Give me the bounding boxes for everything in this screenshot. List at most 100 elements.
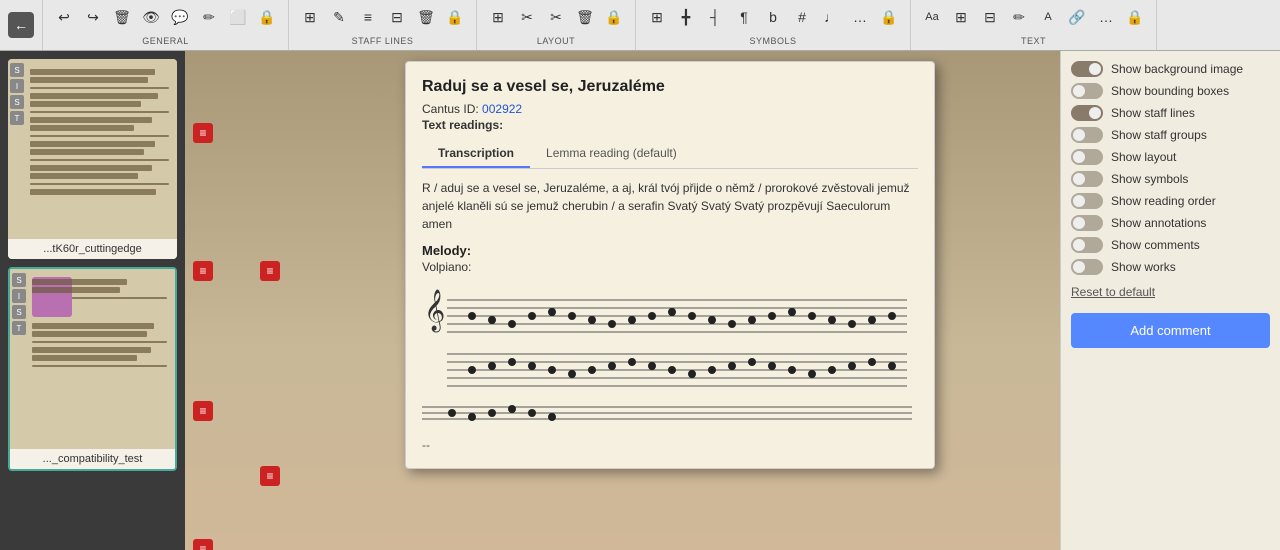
cantus-label: Cantus ID: bbox=[422, 102, 479, 116]
sl-lock-button[interactable]: 🔒 bbox=[442, 4, 468, 30]
toggle-row-7: Show annotations bbox=[1071, 215, 1270, 231]
text-add-button[interactable]: ⊞ bbox=[948, 4, 974, 30]
toggle-staff-groups[interactable] bbox=[1071, 127, 1103, 143]
toggle-label-4: Show layout bbox=[1111, 150, 1176, 164]
content-area: Raduj se a vesel se, Jeruzaléme Cantus I… bbox=[185, 51, 1060, 550]
sym-add-button[interactable]: ⊞ bbox=[644, 4, 670, 30]
main-area: S I S T bbox=[0, 51, 1280, 550]
layout-lock-button[interactable]: 🔒 bbox=[601, 4, 627, 30]
music-staff-area: 𝄞 bbox=[422, 280, 918, 395]
sym-plus-button[interactable]: ╋ bbox=[673, 4, 699, 30]
red-marker-5[interactable] bbox=[193, 539, 213, 550]
thumb-sidebar-icons-1: S I S T bbox=[10, 63, 24, 125]
red-marker-1[interactable] bbox=[193, 123, 213, 143]
toggle-label-2: Show staff lines bbox=[1111, 106, 1195, 120]
sl-add-button[interactable]: ⊞ bbox=[297, 4, 323, 30]
text-more-button[interactable]: … bbox=[1093, 4, 1119, 30]
toolbar: ← ↩ ↪ 🗑 👁 💬 ✏ ⬜ 🔒 General ⊞ ✎ ≡ ⊟ 🗑 🔒 St… bbox=[0, 0, 1280, 51]
toggle-label-5: Show symbols bbox=[1111, 172, 1188, 186]
svg-text:𝄞: 𝄞 bbox=[424, 289, 445, 332]
popup-tabs: Transcription Lemma reading (default) bbox=[422, 140, 918, 169]
sym-bar-button[interactable]: ┤ bbox=[702, 4, 728, 30]
cantus-id-link[interactable]: 002922 bbox=[482, 102, 522, 116]
toggle-works[interactable] bbox=[1071, 259, 1103, 275]
sl-lines-button[interactable]: ≡ bbox=[355, 4, 381, 30]
toggle-row-3: Show staff groups bbox=[1071, 127, 1270, 143]
sym-b-button[interactable]: b bbox=[760, 4, 786, 30]
toggle-row-1: Show bounding boxes bbox=[1071, 83, 1270, 99]
toggle-label-6: Show reading order bbox=[1111, 194, 1216, 208]
toolbar-section-layout: ⊞ ✂ ✂ 🗑 🔒 Layout bbox=[477, 0, 636, 50]
back-button[interactable]: ← bbox=[8, 12, 34, 38]
view-button[interactable]: 👁 bbox=[138, 4, 164, 30]
right-panel: Show background image Show bounding boxe… bbox=[1060, 51, 1280, 550]
thumbnail-label-1: ...tK60r_cuttingedge bbox=[8, 239, 177, 259]
toggle-row-5: Show symbols bbox=[1071, 171, 1270, 187]
reset-to-default-button[interactable]: Reset to default bbox=[1071, 285, 1270, 299]
layout-cut1-button[interactable]: ✂ bbox=[514, 4, 540, 30]
undo-button[interactable]: ↩ bbox=[51, 4, 77, 30]
toolbar-section-text: Aa ⊞ ⊟ ✏ A 🔗 … 🔒 Text bbox=[911, 0, 1157, 50]
layout-add-button[interactable]: ⊞ bbox=[485, 4, 511, 30]
toggle-row-8: Show comments bbox=[1071, 237, 1270, 253]
toggle-label-0: Show background image bbox=[1111, 62, 1243, 76]
thumb-icon-s4: S bbox=[12, 305, 26, 319]
sym-more-button[interactable]: … bbox=[847, 4, 873, 30]
toggle-annotations[interactable] bbox=[1071, 215, 1103, 231]
thumb-icon-s2: S bbox=[10, 95, 24, 109]
toolbar-section-general: ↩ ↪ 🗑 👁 💬 ✏ ⬜ 🔒 General bbox=[43, 0, 289, 50]
red-marker-3[interactable] bbox=[193, 401, 213, 421]
tab-lemma-reading[interactable]: Lemma reading (default) bbox=[530, 140, 693, 168]
text-link-button[interactable]: 🔗 bbox=[1064, 4, 1090, 30]
add-comment-button[interactable]: Add comment bbox=[1071, 313, 1270, 348]
redo-button[interactable]: ↪ bbox=[80, 4, 106, 30]
sym-sharp-button[interactable]: # bbox=[789, 4, 815, 30]
edit-button[interactable]: ✏ bbox=[196, 4, 222, 30]
sym-note-button[interactable]: ♩ bbox=[818, 4, 844, 30]
toggle-label-1: Show bounding boxes bbox=[1111, 84, 1229, 98]
text-edit-button[interactable]: ✏ bbox=[1006, 4, 1032, 30]
popup-cantus: Cantus ID: 002922 bbox=[422, 102, 918, 116]
thumbnail-item-2[interactable]: S I S T . bbox=[8, 267, 177, 471]
sym-lock-button[interactable]: 🔒 bbox=[876, 4, 902, 30]
thumb-icon-s3: S bbox=[12, 273, 26, 287]
comment-button[interactable]: 💬 bbox=[167, 4, 193, 30]
thumb-icon-t1: T bbox=[10, 111, 24, 125]
rect-button[interactable]: ⬜ bbox=[225, 4, 251, 30]
red-marker-2[interactable] bbox=[193, 261, 213, 281]
popup-footer: -- bbox=[422, 438, 918, 452]
toggle-staff-lines[interactable] bbox=[1071, 105, 1103, 121]
toggle-layout[interactable] bbox=[1071, 149, 1103, 165]
toggle-reading-order[interactable] bbox=[1071, 193, 1103, 209]
popup-volpiano-label: Volpiano: bbox=[422, 260, 918, 274]
thumb-icon-t2: T bbox=[12, 321, 26, 335]
sl-remove-button[interactable]: ⊟ bbox=[384, 4, 410, 30]
thumb-sidebar-icons-2: S I S T bbox=[12, 273, 26, 335]
toggle-bounding-boxes[interactable] bbox=[1071, 83, 1103, 99]
delete-button[interactable]: 🗑 bbox=[109, 4, 135, 30]
lock-button[interactable]: 🔒 bbox=[254, 4, 280, 30]
toggle-symbols[interactable] bbox=[1071, 171, 1103, 187]
thumbnail-item-1[interactable]: S I S T bbox=[8, 59, 177, 259]
text-remove-button[interactable]: ⊟ bbox=[977, 4, 1003, 30]
toggle-label-3: Show staff groups bbox=[1111, 128, 1207, 142]
text-lock-button[interactable]: 🔒 bbox=[1122, 4, 1148, 30]
tab-transcription[interactable]: Transcription bbox=[422, 140, 530, 168]
text-format-button[interactable]: A bbox=[1035, 4, 1061, 30]
toggle-row-0: Show background image bbox=[1071, 61, 1270, 77]
thumbnail-image-1: S I S T bbox=[8, 59, 177, 239]
toggle-label-9: Show works bbox=[1111, 260, 1176, 274]
toggle-comments[interactable] bbox=[1071, 237, 1103, 253]
layout-cut2-button[interactable]: ✂ bbox=[543, 4, 569, 30]
toolbar-section-stafflines: ⊞ ✎ ≡ ⊟ 🗑 🔒 Staff Lines bbox=[289, 0, 477, 50]
popup-text-readings-label: Text readings: bbox=[422, 118, 918, 132]
layout-delete-button[interactable]: 🗑 bbox=[572, 4, 598, 30]
red-marker-circle[interactable] bbox=[260, 261, 280, 281]
red-marker-4[interactable] bbox=[260, 466, 280, 486]
sym-para-button[interactable]: ¶ bbox=[731, 4, 757, 30]
toggle-background-image[interactable] bbox=[1071, 61, 1103, 77]
sl-delete-button[interactable]: 🗑 bbox=[413, 4, 439, 30]
text-aa-button[interactable]: Aa bbox=[919, 4, 945, 30]
sl-edit-button[interactable]: ✎ bbox=[326, 4, 352, 30]
toggle-row-4: Show layout bbox=[1071, 149, 1270, 165]
